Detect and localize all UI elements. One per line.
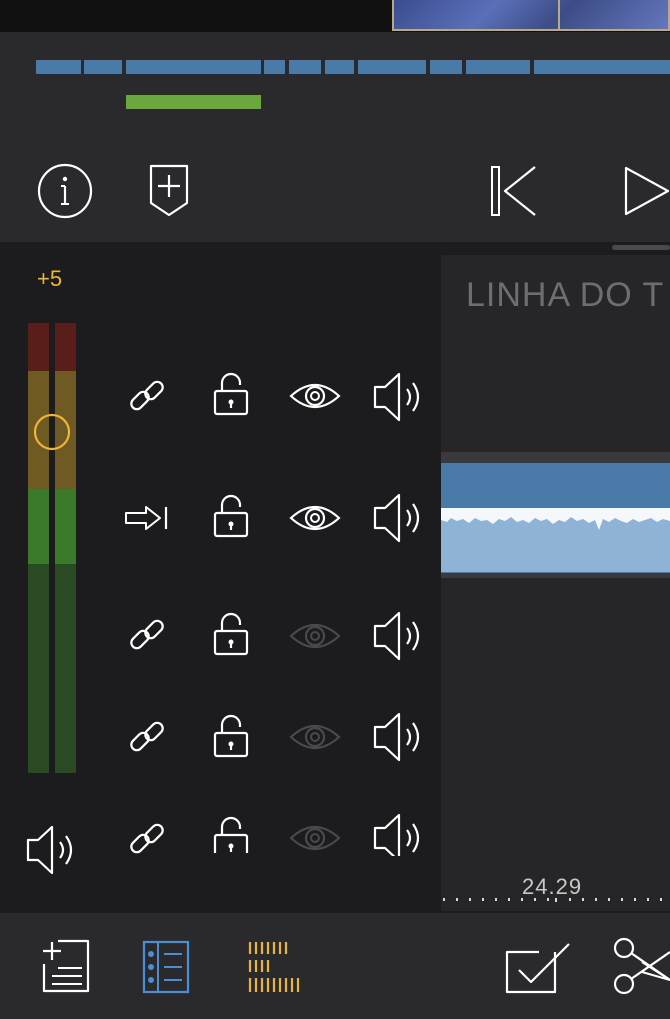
- overview-segment: [36, 60, 81, 74]
- eye-icon[interactable]: [289, 379, 341, 413]
- info-icon[interactable]: [36, 162, 94, 220]
- speaker-icon[interactable]: [371, 608, 427, 664]
- add-list-icon[interactable]: [40, 938, 92, 994]
- lock-open-icon[interactable]: [212, 371, 250, 417]
- lock-open-icon[interactable]: [212, 493, 250, 539]
- lock-open-icon[interactable]: [212, 611, 250, 657]
- overview-segment: [430, 60, 462, 74]
- overview-segment: [534, 60, 670, 74]
- overview-segment: [289, 60, 321, 74]
- level-meter-right: [55, 323, 76, 773]
- check-icon[interactable]: [503, 940, 573, 996]
- speaker-icon[interactable]: [371, 369, 427, 425]
- lock-open-icon[interactable]: [212, 713, 250, 759]
- lock-open-icon[interactable]: [212, 815, 250, 853]
- link-icon[interactable]: [124, 714, 170, 760]
- grid-view-icon[interactable]: [246, 940, 304, 994]
- link-icon[interactable]: [124, 373, 170, 419]
- speaker-icon[interactable]: [371, 490, 427, 546]
- timeline-ruler: [443, 898, 662, 902]
- speaker-icon[interactable]: [371, 709, 427, 765]
- eye-hidden-icon[interactable]: [289, 821, 341, 855]
- overview-segment: [126, 60, 261, 74]
- thumbnail-divider: [558, 0, 560, 31]
- video-thumbnail[interactable]: [392, 0, 670, 31]
- overview-segment: [325, 60, 354, 74]
- link-icon[interactable]: [124, 612, 170, 658]
- selection-marker[interactable]: [126, 95, 261, 109]
- skip-to-start-icon[interactable]: [489, 165, 539, 217]
- timecode: 24.29: [522, 874, 583, 899]
- eye-hidden-icon[interactable]: [289, 720, 341, 754]
- link-icon[interactable]: [124, 816, 170, 854]
- list-view-icon[interactable]: [142, 940, 190, 994]
- overview-segment: [84, 60, 122, 74]
- play-icon[interactable]: [622, 165, 670, 217]
- add-marker-icon[interactable]: [148, 163, 190, 218]
- scroll-indicator[interactable]: [612, 245, 670, 250]
- overview-segment: [358, 60, 426, 74]
- eye-hidden-icon[interactable]: [289, 619, 341, 653]
- speaker-icon[interactable]: [371, 810, 427, 856]
- master-speaker-icon[interactable]: [24, 822, 80, 878]
- timeline-area[interactable]: [441, 255, 670, 911]
- timeline-title: LINHA DO T: [466, 276, 665, 314]
- volume-knob[interactable]: [33, 413, 71, 451]
- arrow-to-end-icon[interactable]: [124, 503, 170, 533]
- scissors-icon[interactable]: [612, 936, 670, 998]
- meter-level-label: +5: [37, 266, 63, 291]
- overview-segment: [264, 60, 285, 74]
- overview-segment: [466, 60, 530, 74]
- level-meter-left: [28, 323, 49, 773]
- waveform: [441, 508, 670, 530]
- eye-icon[interactable]: [289, 501, 341, 535]
